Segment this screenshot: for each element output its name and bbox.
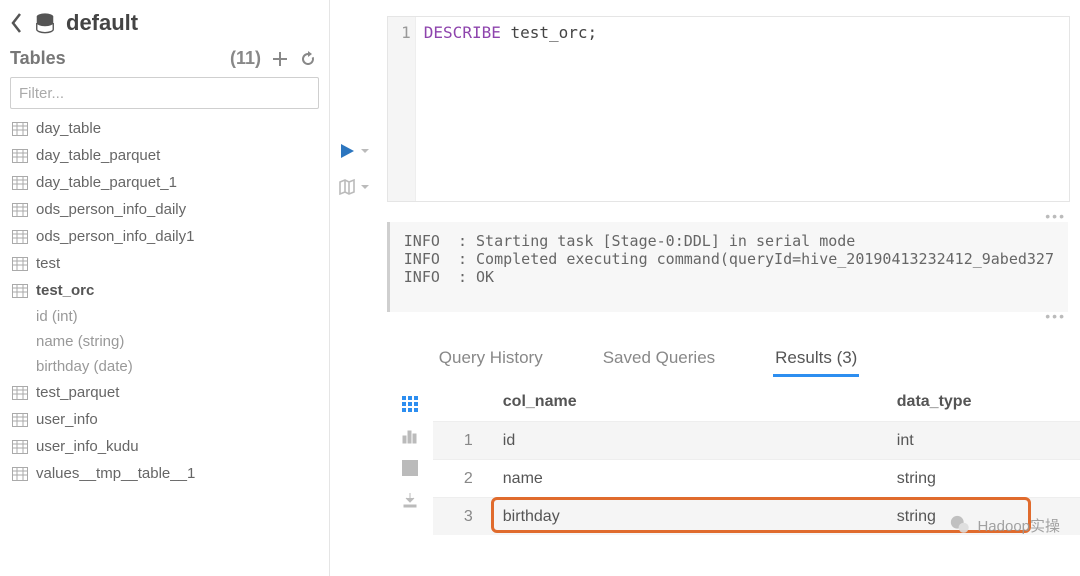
table-item[interactable]: day_table bbox=[10, 115, 319, 142]
tab-query-history[interactable]: Query History bbox=[437, 342, 545, 377]
download-icon[interactable] bbox=[401, 491, 419, 509]
table-icon bbox=[12, 467, 28, 481]
database-name[interactable]: default bbox=[66, 10, 138, 36]
play-icon bbox=[338, 142, 356, 160]
plus-icon[interactable] bbox=[271, 50, 289, 68]
table-icon bbox=[12, 122, 28, 136]
more-icon[interactable]: ••• bbox=[387, 308, 1080, 324]
table-item[interactable]: ods_person_info_daily1 bbox=[10, 223, 319, 250]
sidebar: default Tables (11) day_table day_table_… bbox=[0, 0, 330, 576]
editor[interactable]: 1 DESCRIBE test_orc; bbox=[387, 16, 1070, 202]
tab-results[interactable]: Results (3) bbox=[773, 342, 859, 377]
editor-gutter bbox=[330, 0, 387, 576]
results-toolbar bbox=[387, 389, 433, 535]
column-item[interactable]: id (int) bbox=[34, 304, 319, 329]
table-icon bbox=[12, 257, 28, 271]
table-item[interactable]: day_table_parquet bbox=[10, 142, 319, 169]
wechat-icon bbox=[949, 514, 971, 536]
header-col-name[interactable]: col_name bbox=[493, 393, 893, 411]
table-item[interactable]: test_parquet bbox=[10, 379, 319, 406]
refresh-icon[interactable] bbox=[299, 50, 317, 68]
column-item[interactable]: birthday (date) bbox=[34, 354, 319, 379]
main-panel: 1 DESCRIBE test_orc; ••• INFO : Starting… bbox=[387, 0, 1080, 576]
database-icon bbox=[34, 12, 56, 34]
table-item[interactable]: values__tmp__table__1 bbox=[10, 460, 319, 487]
filter-input[interactable] bbox=[10, 77, 319, 109]
table-columns: id (int) name (string) birthday (date) bbox=[10, 304, 319, 379]
map-icon bbox=[338, 178, 356, 196]
table-item[interactable]: user_info_kudu bbox=[10, 433, 319, 460]
caret-down-icon[interactable] bbox=[360, 146, 370, 156]
table-icon bbox=[12, 203, 28, 217]
table-icon bbox=[12, 413, 28, 427]
columns-icon[interactable] bbox=[401, 459, 419, 477]
tables-tree: day_table day_table_parquet day_table_pa… bbox=[10, 115, 319, 576]
table-row[interactable]: 1 id int bbox=[433, 421, 1080, 459]
tab-saved-queries[interactable]: Saved Queries bbox=[601, 342, 717, 377]
run-button[interactable] bbox=[338, 140, 370, 162]
app-root: default Tables (11) day_table day_table_… bbox=[0, 0, 1080, 576]
caret-down-icon[interactable] bbox=[360, 182, 370, 192]
table-item[interactable]: user_info bbox=[10, 406, 319, 433]
chart-icon[interactable] bbox=[401, 427, 419, 445]
tables-header: Tables (11) bbox=[10, 42, 319, 77]
code-content[interactable]: DESCRIBE test_orc; bbox=[416, 17, 605, 201]
grid-icon[interactable] bbox=[401, 395, 419, 413]
table-icon bbox=[12, 386, 28, 400]
watermark: Hadoop实操 bbox=[949, 514, 1060, 536]
map-button[interactable] bbox=[338, 176, 370, 198]
table-item[interactable]: day_table_parquet_1 bbox=[10, 169, 319, 196]
table-icon bbox=[12, 176, 28, 190]
line-number: 1 bbox=[388, 17, 416, 201]
result-tabs: Query History Saved Queries Results (3) bbox=[387, 324, 1080, 383]
table-icon bbox=[12, 284, 28, 298]
table-icon bbox=[12, 149, 28, 163]
table-row[interactable]: 2 name string bbox=[433, 459, 1080, 497]
tables-label: Tables bbox=[10, 48, 66, 69]
back-icon[interactable] bbox=[10, 13, 24, 33]
table-icon bbox=[12, 230, 28, 244]
table-item[interactable]: ods_person_info_daily bbox=[10, 196, 319, 223]
log-output: INFO : Starting task [Stage-0:DDL] in se… bbox=[387, 222, 1068, 312]
table-item-expanded[interactable]: test_orc bbox=[10, 277, 319, 304]
tables-count: (11) bbox=[230, 48, 261, 69]
header-data-type[interactable]: data_type bbox=[893, 393, 1080, 411]
table-item[interactable]: test bbox=[10, 250, 319, 277]
results-header: col_name data_type bbox=[433, 389, 1080, 421]
sidebar-header: default bbox=[10, 8, 319, 42]
column-item[interactable]: name (string) bbox=[34, 329, 319, 354]
table-icon bbox=[12, 440, 28, 454]
